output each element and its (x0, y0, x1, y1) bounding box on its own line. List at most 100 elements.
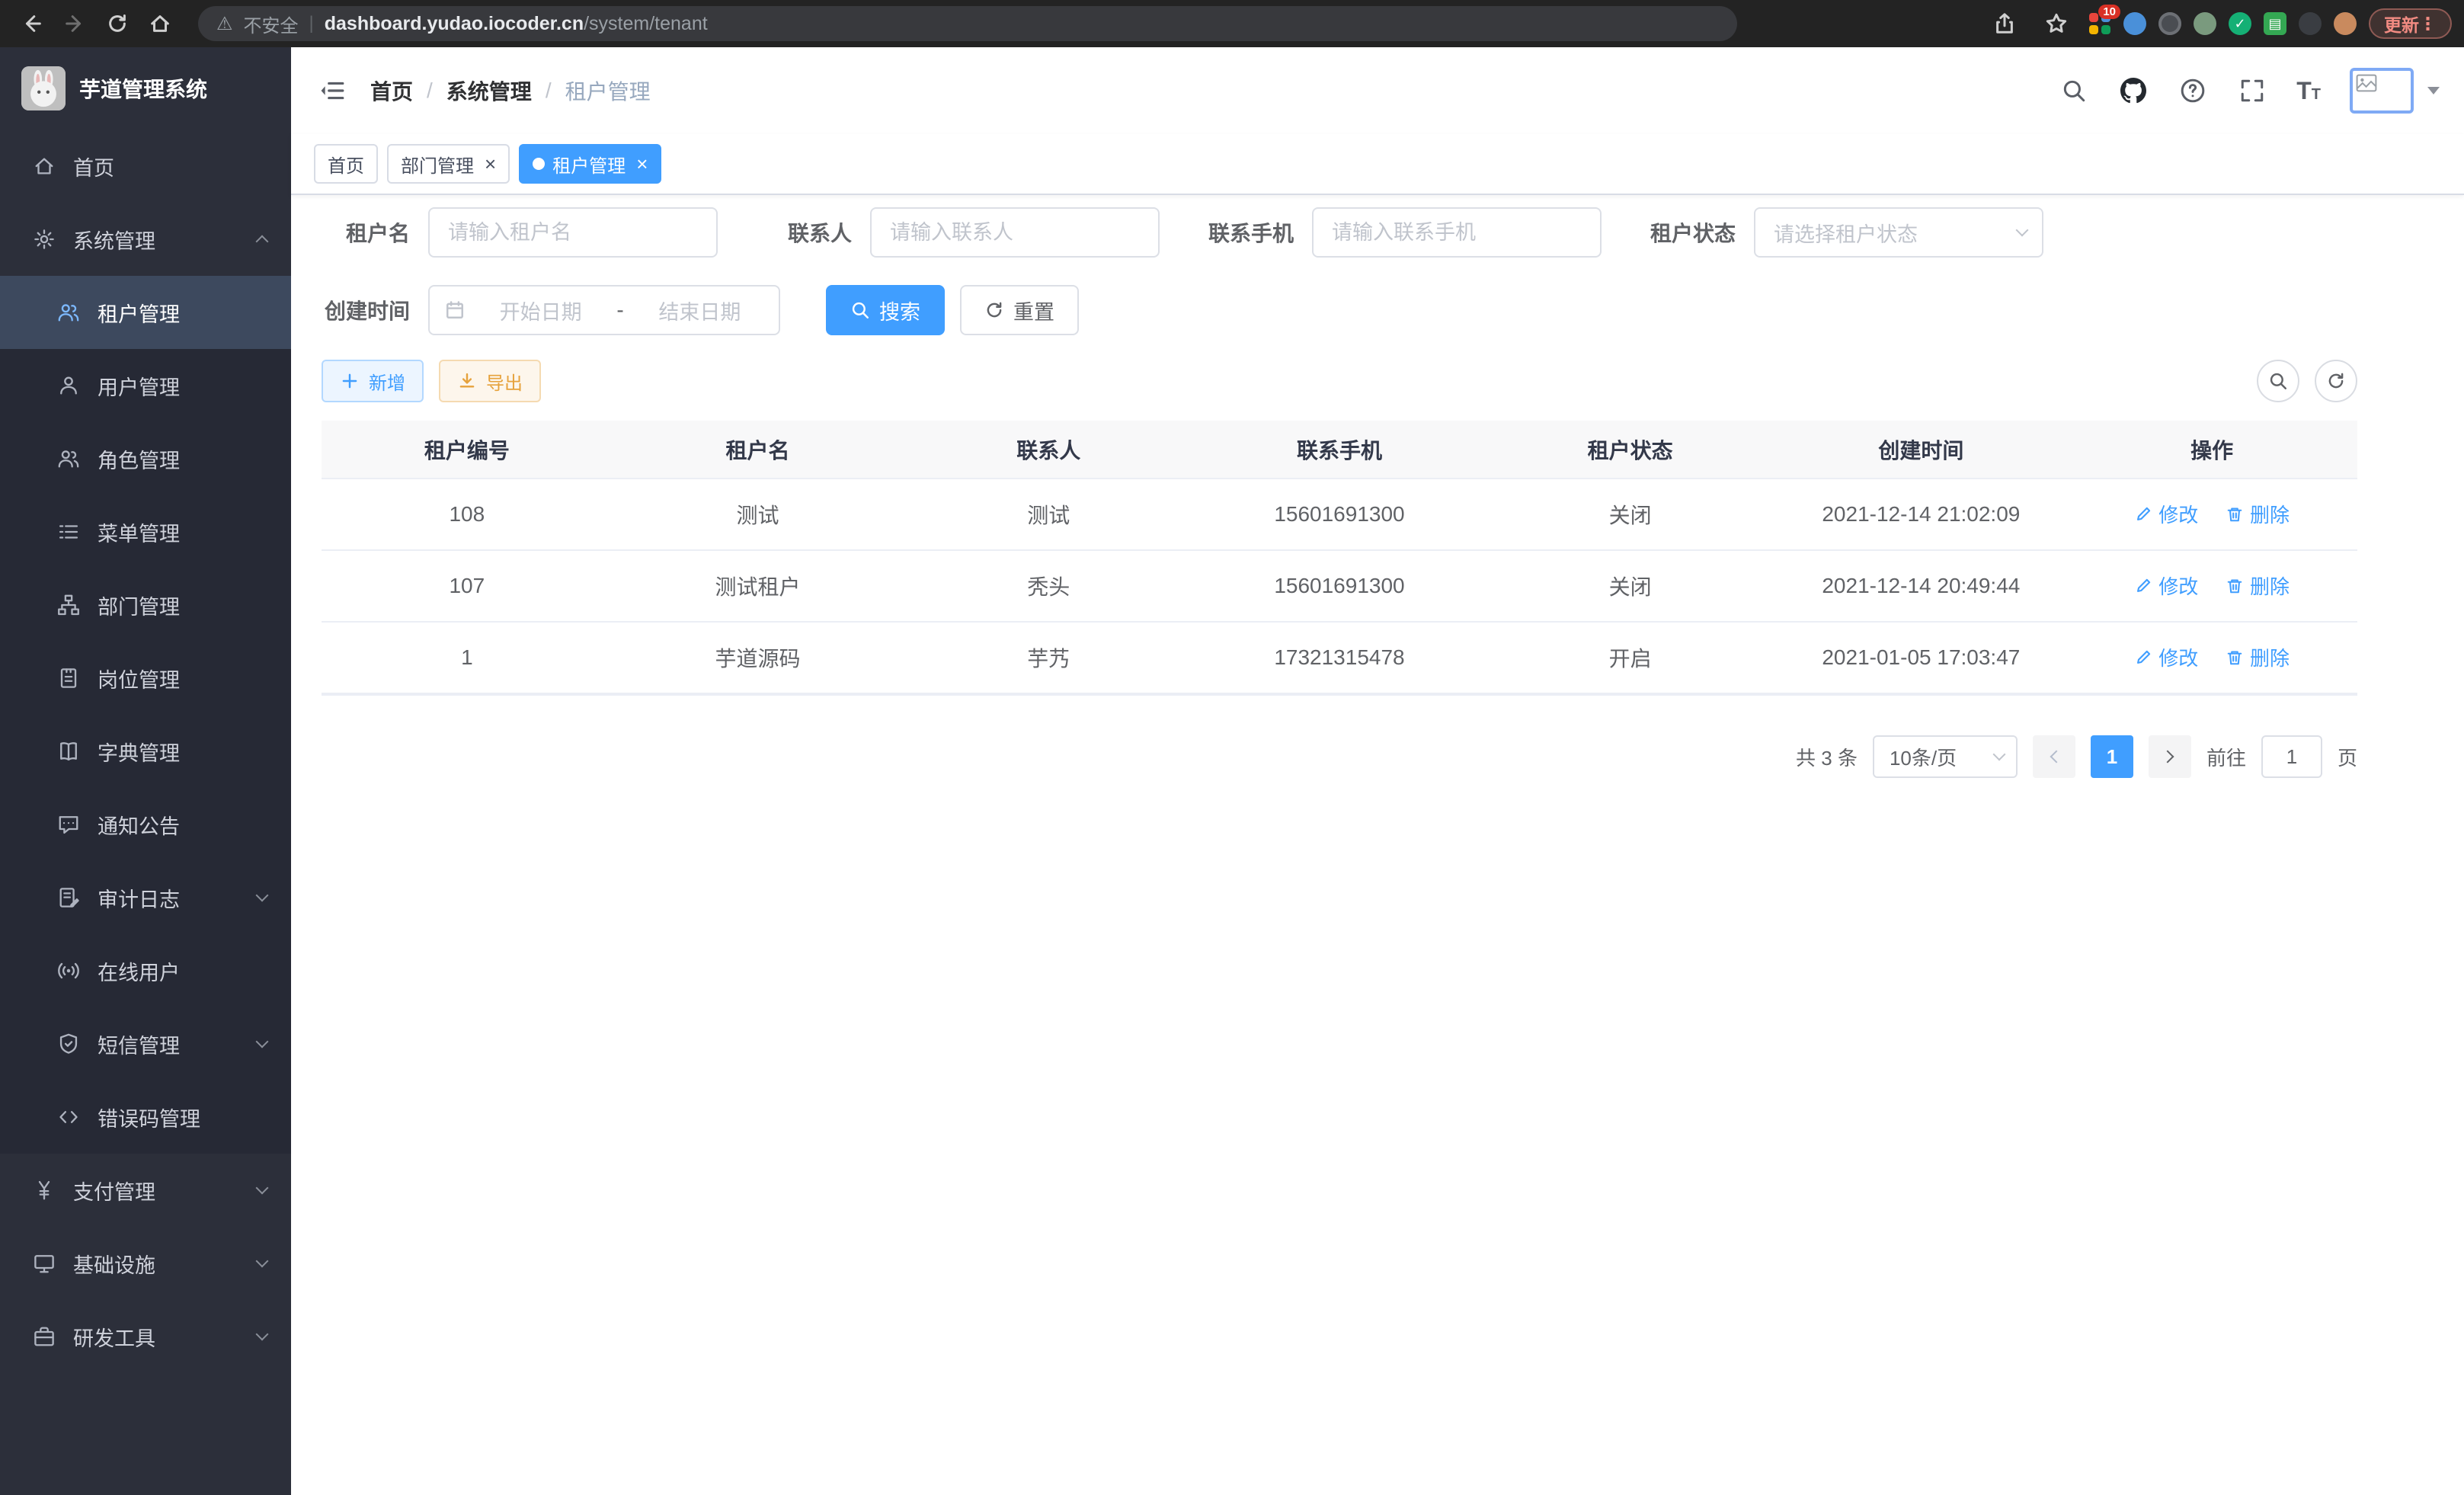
extension-dark-icon[interactable] (2158, 12, 2181, 35)
table-row: 108 测试 测试 15601691300 关闭 2021-12-14 21:0… (322, 479, 2357, 550)
tab-dept[interactable]: 部门管理 × (387, 144, 510, 184)
edit-link[interactable]: 修改 (2134, 571, 2198, 600)
prev-page-button[interactable] (2033, 735, 2075, 778)
cell-id: 108 (322, 479, 613, 550)
delete-link[interactable]: 删除 (2226, 500, 2290, 528)
sidebar-item-dept[interactable]: 部门管理 (0, 568, 291, 642)
table-row: 1 芋道源码 芋艿 17321315478 开启 2021-01-05 17:0… (322, 622, 2357, 693)
page-size-select[interactable]: 10条/页 (1873, 735, 2018, 778)
app-logo[interactable]: 芋道管理系统 (0, 47, 291, 130)
chevron-down-icon (256, 1036, 269, 1048)
tab-tenant[interactable]: 租户管理 × (519, 144, 661, 184)
sidebar-item-dict[interactable]: 字典管理 (0, 715, 291, 788)
edit-link[interactable]: 修改 (2134, 500, 2198, 528)
sidebar-item-infra[interactable]: 基础设施 (0, 1227, 291, 1300)
home-icon[interactable] (140, 5, 180, 42)
sidebar-item-audit-log[interactable]: 审计日志 (0, 861, 291, 934)
extension-green-square-icon[interactable]: ▤ (2264, 12, 2286, 35)
sidebar-item-role[interactable]: 角色管理 (0, 422, 291, 495)
sidebar-item-home[interactable]: 首页 (0, 130, 291, 203)
chevron-right-icon (2161, 751, 2174, 764)
extension-sage-icon[interactable] (2194, 12, 2216, 35)
back-icon[interactable] (12, 5, 52, 42)
url-separator: | (309, 13, 314, 34)
breadcrumb-system[interactable]: 系统管理 (446, 75, 532, 106)
post-badge-icon (56, 666, 81, 690)
refresh-table-button[interactable] (2315, 360, 2357, 402)
bookmark-star-icon[interactable] (2037, 5, 2076, 42)
reset-button[interactable]: 重置 (960, 285, 1079, 335)
dev-tool-icon (32, 1324, 56, 1349)
browser-profile-avatar[interactable] (2334, 12, 2357, 35)
address-bar[interactable]: ⚠ 不安全 | dashboard.yudao.iocoder.cn/syste… (198, 6, 1737, 41)
sidebar-item-menu[interactable]: 菜单管理 (0, 495, 291, 568)
breadcrumb: 首页 / 系统管理 / 租户管理 (370, 75, 651, 106)
edit-link[interactable]: 修改 (2134, 643, 2198, 671)
close-icon[interactable]: × (636, 154, 648, 174)
font-size-icon[interactable]: TT (2296, 77, 2321, 105)
sidebar-item-payment[interactable]: 支付管理 (0, 1154, 291, 1227)
goto-page-input[interactable] (2261, 735, 2322, 778)
breadcrumb-current: 租户管理 (565, 75, 651, 106)
cell-status: 关闭 (1485, 550, 1776, 622)
sidebar-item-online-user[interactable]: 在线用户 (0, 934, 291, 1007)
delete-link[interactable]: 删除 (2226, 571, 2290, 600)
search-icon (2268, 371, 2288, 391)
delete-link[interactable]: 删除 (2226, 643, 2290, 671)
sidebar-item-user[interactable]: 用户管理 (0, 349, 291, 422)
cell-created: 2021-01-05 17:03:47 (1776, 622, 2067, 693)
total-count: 共 3 条 (1796, 743, 1858, 771)
search-button[interactable]: 搜索 (826, 285, 945, 335)
next-page-button[interactable] (2149, 735, 2191, 778)
browser-update-button[interactable]: 更新 ⋮ (2369, 8, 2452, 39)
tenant-name-input[interactable] (428, 207, 718, 258)
sidebar-item-system[interactable]: 系统管理 (0, 203, 291, 276)
extensions-puzzle-icon[interactable] (2299, 12, 2322, 35)
tenant-icon (56, 300, 81, 325)
date-start: 开始日期 (477, 296, 604, 325)
sidebar-item-dev-tools[interactable]: 研发工具 (0, 1300, 291, 1373)
chevron-down-icon (256, 889, 269, 902)
search-icon[interactable] (2059, 75, 2089, 106)
sidebar-menu: 首页 系统管理 租户管理 用户管理 角色管理 菜单管理 (0, 130, 291, 1495)
sidebar-item-tenant[interactable]: 租户管理 (0, 276, 291, 349)
create-time-range-picker[interactable]: 开始日期 - 结束日期 (428, 285, 780, 335)
chevron-down-icon (2016, 224, 2029, 237)
toggle-search-button[interactable] (2257, 360, 2299, 402)
close-icon[interactable]: × (485, 154, 496, 174)
sidebar-item-notice[interactable]: 通知公告 (0, 788, 291, 861)
sidebar-item-post[interactable]: 岗位管理 (0, 642, 291, 715)
cell-name: 芋道源码 (613, 622, 904, 693)
col-created: 创建时间 (1776, 421, 2067, 479)
sidebar-item-sms[interactable]: 短信管理 (0, 1007, 291, 1080)
menu-list-icon (56, 520, 81, 544)
extension-blue-icon[interactable] (2123, 12, 2146, 35)
contact-input[interactable] (870, 207, 1160, 258)
fullscreen-icon[interactable] (2237, 75, 2267, 106)
reload-icon[interactable] (98, 5, 137, 42)
extension-dots-icon[interactable]: 10 (2088, 12, 2111, 35)
page-number-button[interactable]: 1 (2091, 735, 2133, 778)
active-dot (533, 158, 545, 170)
add-button[interactable]: 新增 (322, 360, 424, 402)
cell-created: 2021-12-14 21:02:09 (1776, 479, 2067, 550)
breadcrumb-home[interactable]: 首页 (370, 75, 413, 106)
phone-input[interactable] (1312, 207, 1602, 258)
extension-check-icon[interactable]: ✓ (2229, 12, 2251, 35)
sidebar-item-error-code[interactable]: 错误码管理 (0, 1080, 291, 1154)
export-button[interactable]: 导出 (439, 360, 541, 402)
avatar-caret-icon[interactable] (2427, 87, 2440, 94)
status-select[interactable]: 请选择租户状态 (1754, 207, 2043, 258)
table-header-row: 租户编号 租户名 联系人 联系手机 租户状态 创建时间 操作 (322, 421, 2357, 479)
avatar[interactable] (2350, 68, 2414, 114)
tab-home[interactable]: 首页 (314, 144, 378, 184)
sidebar-fold-icon[interactable] (315, 74, 349, 107)
share-icon[interactable] (1985, 5, 2024, 42)
top-navbar: 首页 / 系统管理 / 租户管理 TT (291, 47, 2464, 134)
dept-tree-icon (56, 593, 81, 617)
github-icon[interactable] (2118, 75, 2149, 106)
cell-phone: 15601691300 (1194, 479, 1485, 550)
user-icon (56, 373, 81, 398)
forward-icon[interactable] (55, 5, 94, 42)
help-icon[interactable] (2178, 75, 2208, 106)
